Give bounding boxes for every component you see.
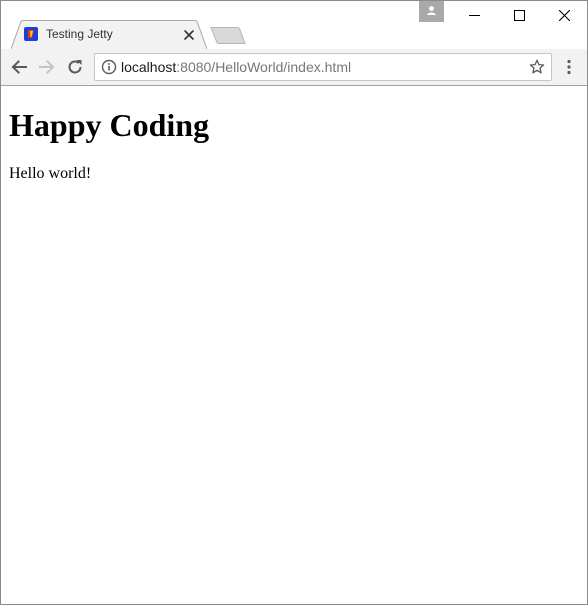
browser-window: Testing Jetty localhost:8080/HelloWorld/… (0, 0, 588, 605)
page-content: Happy Coding Hello world! (1, 86, 587, 604)
maximize-button[interactable] (496, 1, 542, 31)
info-icon[interactable] (101, 59, 117, 75)
browser-toolbar: localhost:8080/HelloWorld/index.html (1, 49, 587, 86)
minimize-icon (469, 15, 480, 16)
back-arrow-icon[interactable] (10, 58, 28, 76)
tab-testing-jetty[interactable]: Testing Jetty (11, 20, 207, 49)
minimize-button[interactable] (451, 1, 497, 31)
close-window-button[interactable] (541, 1, 587, 31)
reload-icon[interactable] (66, 58, 84, 76)
url-path: :8080/HelloWorld/index.html (176, 59, 352, 75)
url-text[interactable]: localhost:8080/HelloWorld/index.html (121, 59, 351, 75)
address-bar[interactable]: localhost:8080/HelloWorld/index.html (94, 53, 552, 81)
new-tab-button[interactable] (210, 27, 246, 44)
jetty-favicon-icon (24, 27, 38, 41)
forward-arrow-icon[interactable] (38, 58, 56, 76)
tab-strip: Testing Jetty (1, 1, 587, 49)
star-icon[interactable] (529, 59, 545, 75)
close-icon (559, 10, 570, 21)
url-host: localhost (121, 59, 177, 75)
tab-title: Testing Jetty (46, 27, 113, 41)
page-paragraph: Hello world! (9, 165, 92, 182)
page-heading: Happy Coding (9, 107, 210, 143)
tab-close-icon[interactable] (183, 28, 195, 40)
maximize-icon (514, 10, 525, 21)
profile-icon[interactable] (419, 1, 444, 22)
menu-dots-icon[interactable] (563, 59, 575, 75)
